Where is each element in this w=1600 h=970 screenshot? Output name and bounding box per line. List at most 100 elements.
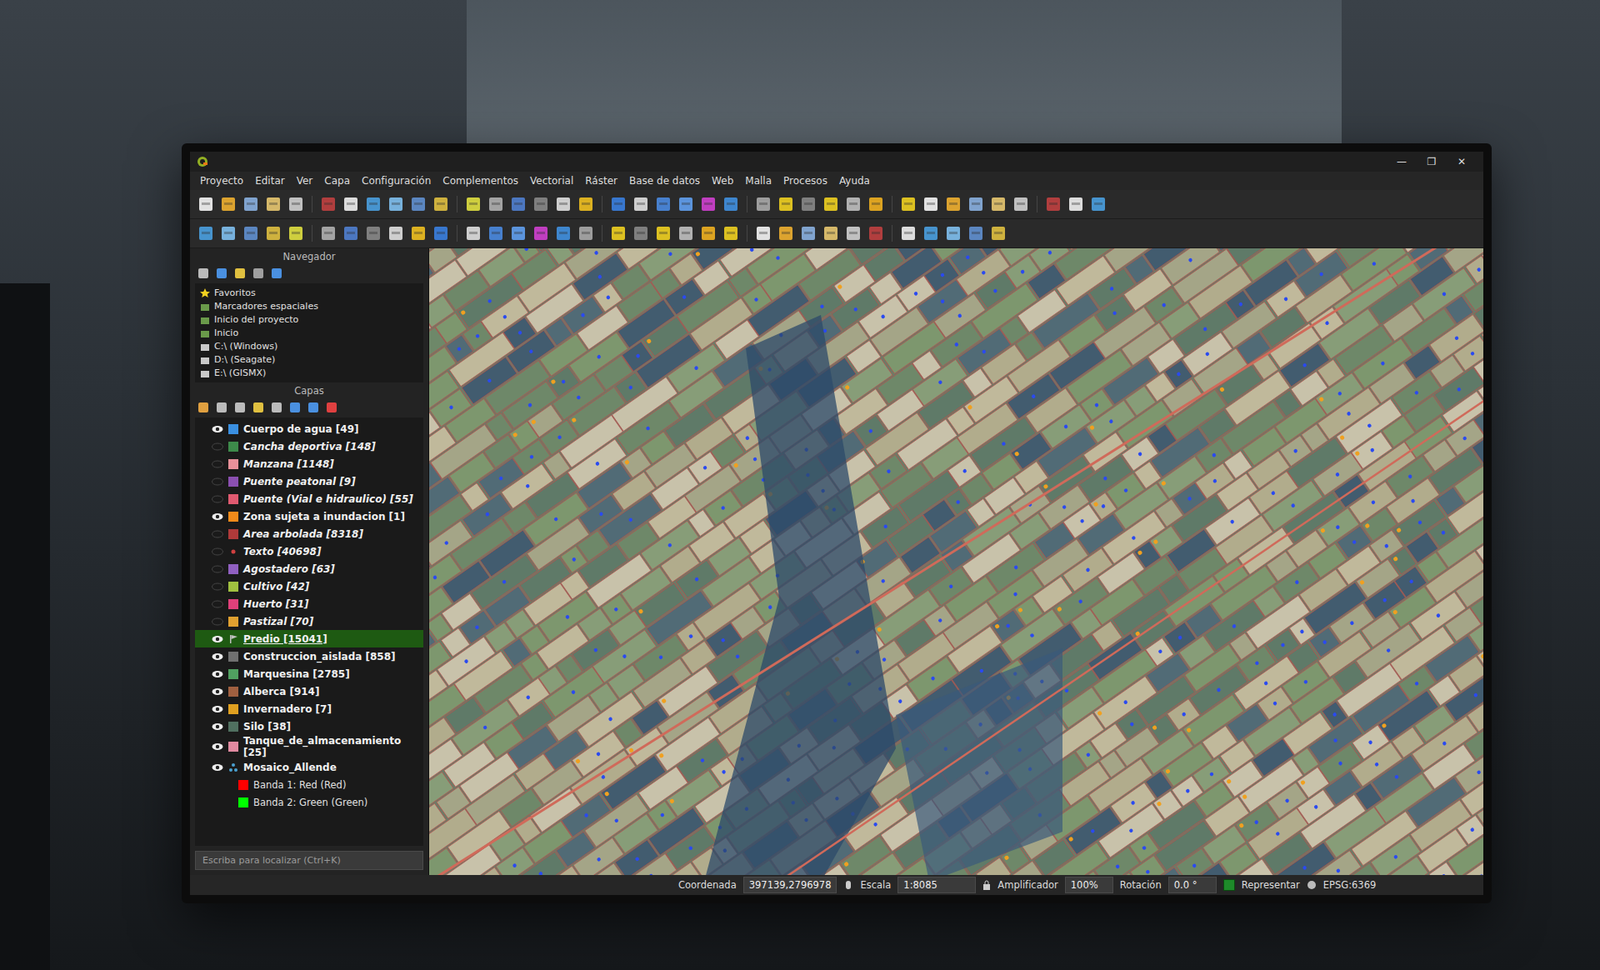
fill-symbol-icon[interactable] [228, 511, 239, 522]
minimize-button[interactable]: — [1386, 155, 1417, 168]
eye-icon[interactable] [211, 530, 224, 539]
tool-icon[interactable] [409, 224, 428, 243]
tool-icon[interactable] [844, 224, 863, 243]
tool-icon[interactable] [386, 224, 405, 243]
map-canvas[interactable] [429, 248, 1484, 875]
tool-icon[interactable] [866, 195, 885, 214]
tool-icon[interactable] [676, 195, 695, 214]
tool-icon[interactable] [631, 224, 650, 243]
eye-icon[interactable] [211, 425, 224, 434]
layer-row[interactable]: Texto [40698] [195, 542, 424, 560]
tool-icon[interactable] [364, 224, 383, 243]
folder-icon[interactable] [200, 368, 210, 379]
fill-symbol-icon[interactable] [228, 704, 239, 715]
layer-row[interactable]: Area arbolada [8318] [195, 525, 424, 543]
tool-icon[interactable] [821, 224, 840, 243]
panel-tool-icon[interactable] [270, 266, 284, 280]
menu-item[interactable]: Ver [291, 173, 319, 189]
layer-row[interactable]: Huerto [31] [195, 595, 424, 613]
layer-row[interactable]: Puente peatonal [9] [195, 472, 424, 490]
tool-icon[interactable] [899, 195, 918, 214]
tool-icon[interactable] [576, 224, 595, 243]
menu-item[interactable]: Editar [250, 173, 290, 189]
folder-icon[interactable] [200, 315, 210, 325]
tool-icon[interactable] [319, 224, 338, 243]
tool-icon[interactable] [531, 195, 550, 214]
tool-icon[interactable] [921, 195, 940, 214]
layer-row[interactable]: Silo [38] [195, 717, 424, 735]
layer-row[interactable]: Pastizal [70] [195, 612, 424, 630]
fill-symbol-icon[interactable] [228, 529, 239, 540]
eye-icon[interactable] [211, 742, 224, 751]
menu-item[interactable]: Web [706, 173, 739, 189]
tool-icon[interactable] [1089, 195, 1108, 214]
layer-row[interactable]: Construccion_aislada [858] [195, 647, 424, 665]
browser-item[interactable]: D:\ (Seagate) [200, 353, 419, 366]
tool-icon[interactable] [509, 224, 528, 243]
band-row[interactable]: Banda 2: Green (Green) [195, 793, 424, 811]
panel-tool-icon[interactable] [288, 400, 302, 415]
panel-tool-icon[interactable] [215, 400, 229, 415]
tool-icon[interactable] [554, 195, 573, 214]
tool-icon[interactable] [776, 224, 795, 243]
tool-icon[interactable] [486, 224, 505, 243]
eye-icon[interactable] [211, 512, 224, 521]
coordinate-field[interactable]: 397139,2796978 [743, 876, 838, 894]
tool-icon[interactable] [844, 195, 863, 214]
panel-tool-icon[interactable] [233, 266, 247, 280]
tool-icon[interactable] [989, 224, 1008, 243]
eye-icon[interactable] [211, 600, 224, 609]
browser-item[interactable]: C:\ (Windows) [200, 340, 419, 353]
folder-icon[interactable] [200, 341, 210, 352]
fill-symbol-icon[interactable] [228, 564, 239, 575]
tool-icon[interactable] [464, 224, 483, 243]
folder-icon[interactable] [200, 328, 210, 339]
tool-icon[interactable] [431, 195, 450, 214]
tool-icon[interactable] [219, 224, 238, 243]
fill-symbol-icon[interactable] [228, 721, 239, 732]
tool-icon[interactable] [799, 195, 818, 214]
tool-icon[interactable] [699, 195, 718, 214]
qgis-logo-icon[interactable] [196, 155, 209, 168]
tool-icon[interactable] [944, 224, 963, 243]
eye-icon[interactable] [211, 547, 224, 556]
tool-icon[interactable] [631, 195, 650, 214]
tool-icon[interactable] [509, 195, 528, 214]
panel-tool-icon[interactable] [325, 400, 339, 415]
tool-icon[interactable] [264, 195, 283, 214]
tool-icon[interactable] [966, 224, 985, 243]
tool-icon[interactable] [654, 195, 673, 214]
tool-icon[interactable] [944, 195, 963, 214]
eye-icon[interactable] [211, 705, 224, 714]
tool-icon[interactable] [196, 195, 215, 214]
tool-icon[interactable] [699, 224, 718, 243]
fill-symbol-icon[interactable] [228, 494, 239, 505]
tool-icon[interactable] [264, 224, 283, 243]
menu-item[interactable]: Malla [740, 173, 777, 189]
tool-icon[interactable] [799, 224, 818, 243]
panel-tool-icon[interactable] [196, 266, 210, 280]
layer-row[interactable]: Invernadero [7] [195, 700, 424, 718]
layer-row[interactable]: Marquesina [2785] [195, 665, 424, 683]
eye-icon[interactable] [211, 617, 224, 626]
tool-icon[interactable] [754, 195, 773, 214]
eye-icon[interactable] [211, 477, 224, 486]
menu-item[interactable]: Complementos [437, 173, 524, 189]
layer-row[interactable]: Predio [15041] [195, 630, 424, 648]
maximize-button[interactable]: ❐ [1416, 155, 1447, 168]
eye-icon[interactable] [211, 670, 224, 679]
panel-tool-icon[interactable] [251, 266, 265, 280]
tool-icon[interactable] [721, 195, 740, 214]
panel-tool-icon[interactable] [251, 400, 265, 415]
fill-symbol-icon[interactable] [228, 616, 239, 627]
fill-symbol-icon[interactable] [228, 459, 239, 470]
tool-icon[interactable] [241, 195, 260, 214]
fill-symbol-icon[interactable] [228, 669, 239, 680]
tool-icon[interactable] [1044, 195, 1063, 214]
tool-icon[interactable] [821, 195, 840, 214]
mouse-icon[interactable] [843, 880, 854, 890]
panel-tool-icon[interactable] [306, 400, 320, 415]
menu-item[interactable]: Ráster [580, 173, 623, 189]
menu-item[interactable]: Configuración [356, 173, 436, 189]
tool-icon[interactable] [866, 224, 885, 243]
